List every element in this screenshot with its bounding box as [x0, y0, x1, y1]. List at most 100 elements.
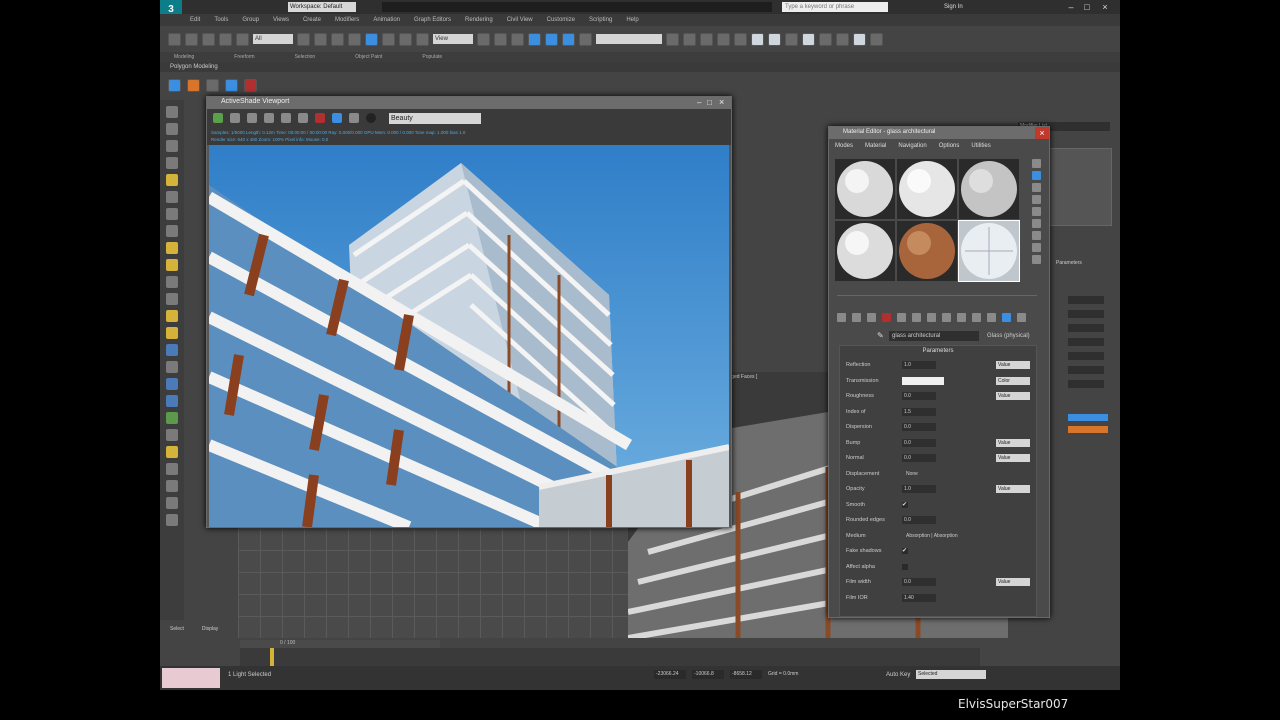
- search-input[interactable]: Type a keyword or phrase: [782, 2, 888, 12]
- tool-icon-13[interactable]: [166, 310, 178, 322]
- tool-icon-24[interactable]: [166, 497, 178, 509]
- color-swatch-blue[interactable]: [1068, 414, 1108, 421]
- keyboard-shortcut-icon[interactable]: [511, 32, 524, 46]
- me-menu-options[interactable]: Options: [939, 141, 960, 151]
- param-spinner[interactable]: 0.0: [902, 438, 936, 447]
- key-filter-dropdown[interactable]: Selected: [916, 670, 986, 679]
- param-map-button[interactable]: Absorption | Absorption: [906, 531, 958, 541]
- reset-map-icon[interactable]: [882, 313, 891, 322]
- param-mode-dropdown[interactable]: Value: [996, 578, 1030, 586]
- ribbon-tab-selection[interactable]: Selection: [295, 52, 316, 62]
- tool-icon-7[interactable]: [166, 208, 178, 220]
- material-editor-close-icon[interactable]: ×: [1035, 127, 1049, 139]
- render-in-cloud-icon[interactable]: [853, 32, 866, 46]
- material-slot-4[interactable]: [835, 221, 895, 281]
- minimize-icon[interactable]: –: [1064, 1, 1078, 13]
- make-unique-icon[interactable]: [912, 313, 921, 322]
- go-to-parent-icon[interactable]: [987, 313, 996, 322]
- material-id-icon[interactable]: [942, 313, 951, 322]
- angle-snap-icon[interactable]: [545, 32, 558, 46]
- redo-icon[interactable]: [185, 32, 198, 46]
- schematic-view-icon[interactable]: [751, 32, 764, 46]
- menu-item-group[interactable]: Group: [242, 14, 259, 26]
- material-slot-1[interactable]: [835, 159, 895, 219]
- param-checkbox[interactable]: ✔: [902, 501, 908, 508]
- snaps-toggle-icon[interactable]: [528, 32, 541, 46]
- me-menu-utilities[interactable]: Utilities: [971, 141, 990, 151]
- display-tab[interactable]: Display: [202, 626, 218, 632]
- rendered-frame-window-icon[interactable]: [802, 32, 815, 46]
- ribbon-tab-modeling[interactable]: Modeling: [174, 52, 194, 62]
- param-mode-dropdown[interactable]: Value: [996, 392, 1030, 400]
- workspace-dropdown[interactable]: Workspace: Default: [288, 2, 356, 12]
- param-field-3[interactable]: [1068, 324, 1104, 332]
- param-field-6[interactable]: [1068, 366, 1104, 374]
- put-to-library-icon[interactable]: [927, 313, 936, 322]
- select-by-material-icon[interactable]: [1031, 243, 1041, 252]
- render-production-icon[interactable]: [819, 32, 832, 46]
- tool-icon-19[interactable]: [166, 412, 178, 424]
- tool-icon-14[interactable]: [166, 327, 178, 339]
- hierarchy-icon[interactable]: [206, 78, 219, 92]
- param-spinner[interactable]: 1.5: [902, 407, 936, 416]
- unlink-icon[interactable]: [219, 32, 232, 46]
- tool-icon-10[interactable]: [166, 259, 178, 271]
- reference-coord-dropdown[interactable]: View: [433, 34, 473, 44]
- sign-in-link[interactable]: Sign In: [944, 2, 963, 12]
- param-mode-dropdown[interactable]: Value: [996, 361, 1030, 369]
- tool-icon-21[interactable]: [166, 446, 178, 458]
- material-slot-5[interactable]: [897, 221, 957, 281]
- get-material-icon[interactable]: [837, 313, 846, 322]
- align-icon[interactable]: [683, 32, 696, 46]
- make-preview-icon[interactable]: [1031, 219, 1041, 228]
- clear-icon[interactable]: [315, 113, 325, 123]
- select-move-icon[interactable]: [365, 32, 378, 46]
- param-mode-dropdown[interactable]: Value: [996, 454, 1030, 462]
- time-cursor[interactable]: [270, 648, 274, 666]
- tool-icon-25[interactable]: [166, 514, 178, 526]
- lock-icon[interactable]: [298, 113, 308, 123]
- spinner-snap-icon[interactable]: [579, 32, 592, 46]
- a360-gallery-icon[interactable]: [870, 32, 883, 46]
- tool-icon-11[interactable]: [166, 276, 178, 288]
- backlight-icon[interactable]: [1031, 171, 1041, 180]
- show-shaded-icon[interactable]: [957, 313, 966, 322]
- undo-icon[interactable]: [168, 32, 181, 46]
- render-preset-dropdown[interactable]: Beauty: [389, 112, 481, 124]
- menu-item-customize[interactable]: Customize: [547, 14, 575, 26]
- perspective-grid-viewport[interactable]: [238, 528, 628, 638]
- select-tab[interactable]: Select: [170, 626, 184, 632]
- param-spinner[interactable]: 0.0: [902, 454, 936, 462]
- menu-item-civil-view[interactable]: Civil View: [507, 14, 533, 26]
- param-field-7[interactable]: [1068, 380, 1104, 388]
- select-object-icon[interactable]: [297, 32, 310, 46]
- utilities-icon[interactable]: [244, 78, 257, 92]
- create-icon[interactable]: [168, 78, 181, 92]
- y-coordinate-field[interactable]: -10066.8: [692, 670, 724, 679]
- render-image[interactable]: [209, 145, 729, 527]
- color-swatch-orange[interactable]: [1068, 426, 1108, 433]
- menu-item-views[interactable]: Views: [273, 14, 289, 26]
- x-coordinate-field[interactable]: -23066.24: [654, 670, 686, 679]
- param-mode-dropdown[interactable]: Value: [996, 438, 1030, 447]
- tool-icon-16[interactable]: [166, 361, 178, 373]
- window-crossing-icon[interactable]: [348, 32, 361, 46]
- z-coordinate-field[interactable]: -8658.12: [730, 670, 762, 679]
- bind-spacewarp-icon[interactable]: [236, 32, 249, 46]
- tool-icon-15[interactable]: [166, 344, 178, 356]
- layer-explorer-icon[interactable]: [700, 32, 713, 46]
- pivot-center-icon[interactable]: [477, 32, 490, 46]
- param-color-swatch[interactable]: [902, 376, 944, 385]
- motion-icon[interactable]: [225, 78, 238, 92]
- me-menu-navigation[interactable]: Navigation: [898, 141, 926, 151]
- menu-item-modifiers[interactable]: Modifiers: [335, 14, 359, 26]
- menu-item-help[interactable]: Help: [626, 14, 638, 26]
- render-setup-icon[interactable]: [785, 32, 798, 46]
- tool-icon-9[interactable]: [166, 242, 178, 254]
- param-field-2[interactable]: [1068, 310, 1104, 318]
- material-slot-6-active[interactable]: [958, 220, 1020, 282]
- param-spinner[interactable]: 0.0: [902, 516, 936, 524]
- tool-icon-1[interactable]: [166, 106, 178, 118]
- material-type-button[interactable]: Glass (physical): [987, 331, 1030, 341]
- tool-icon-8[interactable]: [166, 225, 178, 237]
